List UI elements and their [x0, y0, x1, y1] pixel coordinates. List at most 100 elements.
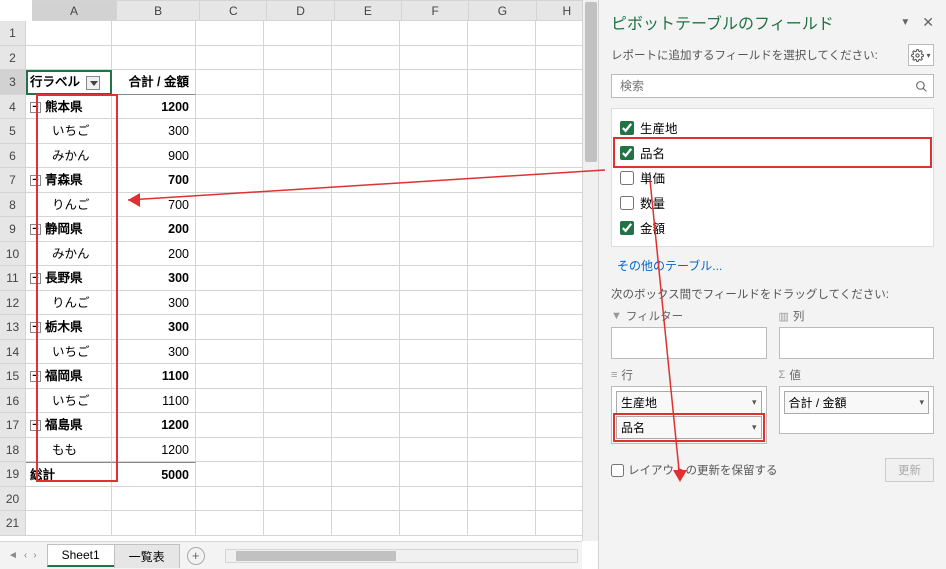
cell-B21[interactable] [112, 511, 196, 536]
cell-D15[interactable] [264, 364, 332, 389]
col-header-A[interactable]: A [32, 1, 117, 21]
cell-C15[interactable] [196, 364, 264, 389]
cell-F17[interactable] [400, 413, 468, 438]
cell-G7[interactable] [468, 168, 536, 193]
cell-B15[interactable]: 1100 [112, 364, 196, 389]
cell-E13[interactable] [332, 315, 400, 340]
row-header-10[interactable]: 10 [0, 242, 26, 267]
cell-A21[interactable] [26, 511, 112, 536]
cell-C2[interactable] [196, 46, 264, 71]
cell-C14[interactable] [196, 340, 264, 365]
cell-E11[interactable] [332, 266, 400, 291]
sheet-tab-active[interactable]: Sheet1 [47, 544, 115, 567]
cell-A20[interactable] [26, 487, 112, 512]
cell-D21[interactable] [264, 511, 332, 536]
cell-E4[interactable] [332, 95, 400, 120]
tab-nav-next[interactable]: › [31, 548, 38, 563]
zone-filter[interactable] [611, 327, 767, 359]
zone-row-item-生産地[interactable]: 生産地▾ [616, 391, 762, 414]
cell-F16[interactable] [400, 389, 468, 414]
cell-A16[interactable]: いちご [26, 389, 112, 414]
cell-A4[interactable]: −熊本県 [26, 95, 112, 120]
cell-E8[interactable] [332, 193, 400, 218]
cell-A8[interactable]: りんご [26, 193, 112, 218]
row-header-19[interactable]: 19 [0, 462, 26, 487]
cell-D19[interactable] [264, 462, 332, 487]
cell-F15[interactable] [400, 364, 468, 389]
cell-C21[interactable] [196, 511, 264, 536]
cell-A11[interactable]: −長野県 [26, 266, 112, 291]
row-header-1[interactable]: 1 [0, 21, 26, 46]
collapse-toggle[interactable]: − [30, 175, 41, 186]
row-header-9[interactable]: 9 [0, 217, 26, 242]
row-header-6[interactable]: 6 [0, 144, 26, 169]
zone-rows[interactable]: 生産地▾品名▾ [611, 386, 767, 444]
cell-B9[interactable]: 200 [112, 217, 196, 242]
collapse-toggle[interactable]: − [30, 224, 41, 235]
cell-G3[interactable] [468, 70, 536, 95]
cell-C5[interactable] [196, 119, 264, 144]
tab-nav-first[interactable]: ◄ [6, 548, 20, 563]
cell-A1[interactable] [26, 21, 112, 46]
cell-A2[interactable] [26, 46, 112, 71]
cell-A13[interactable]: −栃木県 [26, 315, 112, 340]
cell-C8[interactable] [196, 193, 264, 218]
cell-B10[interactable]: 200 [112, 242, 196, 267]
cell-E5[interactable] [332, 119, 400, 144]
cell-G18[interactable] [468, 438, 536, 463]
vertical-scrollbar[interactable] [582, 0, 598, 541]
cell-G15[interactable] [468, 364, 536, 389]
cell-C16[interactable] [196, 389, 264, 414]
cell-F6[interactable] [400, 144, 468, 169]
col-header-B[interactable]: B [117, 1, 200, 21]
cell-E20[interactable] [332, 487, 400, 512]
sheet-tab-other[interactable]: 一覧表 [114, 544, 180, 568]
cell-B19[interactable]: 5000 [112, 462, 196, 487]
cell-F11[interactable] [400, 266, 468, 291]
cell-C20[interactable] [196, 487, 264, 512]
cell-A10[interactable]: みかん [26, 242, 112, 267]
cell-G5[interactable] [468, 119, 536, 144]
cell-F19[interactable] [400, 462, 468, 487]
row-header-5[interactable]: 5 [0, 119, 26, 144]
cell-D2[interactable] [264, 46, 332, 71]
collapse-toggle[interactable]: − [30, 273, 41, 284]
row-header-12[interactable]: 12 [0, 291, 26, 316]
cell-A5[interactable]: いちご [26, 119, 112, 144]
cell-D17[interactable] [264, 413, 332, 438]
cell-C7[interactable] [196, 168, 264, 193]
cell-A7[interactable]: −青森県 [26, 168, 112, 193]
cell-B18[interactable]: 1200 [112, 438, 196, 463]
cell-F18[interactable] [400, 438, 468, 463]
cell-E9[interactable] [332, 217, 400, 242]
cell-F3[interactable] [400, 70, 468, 95]
cell-C9[interactable] [196, 217, 264, 242]
cell-A19[interactable]: 総計 [26, 462, 112, 487]
field-単価[interactable]: 単価 [616, 165, 929, 190]
cell-B3[interactable]: 合計 / 金額 [112, 70, 196, 95]
zone-columns[interactable] [779, 327, 935, 359]
cell-B4[interactable]: 1200 [112, 95, 196, 120]
add-sheet-button[interactable]: + [187, 547, 205, 565]
cell-G20[interactable] [468, 487, 536, 512]
cell-B6[interactable]: 900 [112, 144, 196, 169]
cell-A14[interactable]: いちご [26, 340, 112, 365]
row-header-4[interactable]: 4 [0, 95, 26, 120]
cell-B8[interactable]: 700 [112, 193, 196, 218]
row-header-18[interactable]: 18 [0, 438, 26, 463]
row-label-filter-button[interactable] [86, 76, 100, 90]
cell-D3[interactable] [264, 70, 332, 95]
other-tables-link[interactable]: その他のテーブル... [611, 253, 934, 276]
cell-B2[interactable] [112, 46, 196, 71]
cell-D10[interactable] [264, 242, 332, 267]
collapse-toggle[interactable]: − [30, 322, 41, 333]
update-button[interactable]: 更新 [885, 458, 934, 482]
row-header-15[interactable]: 15 [0, 364, 26, 389]
zone-values[interactable]: 合計 / 金額▾ [779, 386, 935, 434]
cell-F4[interactable] [400, 95, 468, 120]
collapse-toggle[interactable]: − [30, 420, 41, 431]
cell-G16[interactable] [468, 389, 536, 414]
cell-D12[interactable] [264, 291, 332, 316]
cell-C1[interactable] [196, 21, 264, 46]
cell-G21[interactable] [468, 511, 536, 536]
